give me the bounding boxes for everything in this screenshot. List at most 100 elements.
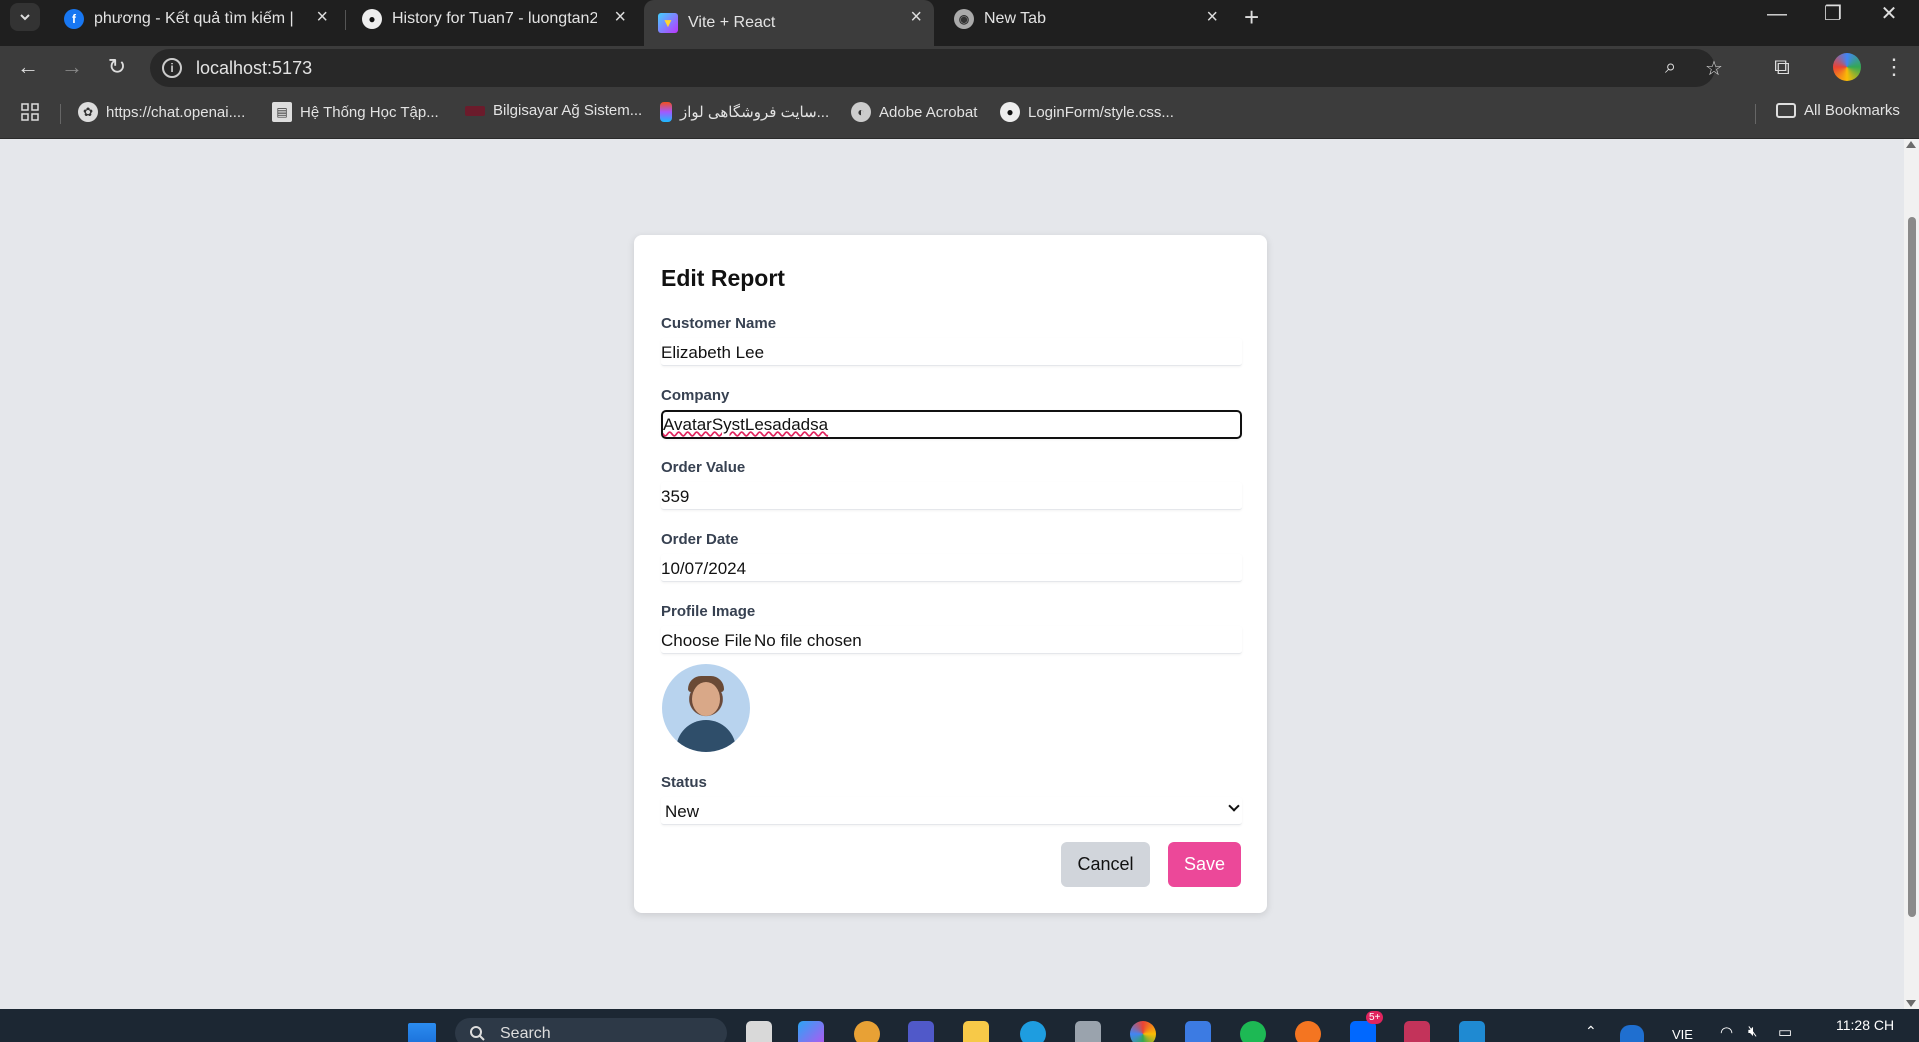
order-date-input[interactable]: 10/07/2024: [661, 554, 1242, 582]
tab-title: New Tab: [984, 10, 1046, 27]
vite-icon: ▼: [658, 13, 678, 33]
chevron-down-icon: [20, 14, 30, 21]
zalo-badge: 5+: [1366, 1011, 1384, 1024]
cancel-button[interactable]: Cancel: [1061, 842, 1150, 887]
file-explorer-icon[interactable]: [963, 1021, 989, 1042]
app-icon[interactable]: [1185, 1021, 1211, 1042]
figma-icon: [660, 102, 672, 122]
task-view-icon[interactable]: [746, 1021, 772, 1042]
chrome-icon[interactable]: [1130, 1021, 1156, 1042]
bookmark-loginform[interactable]: ● LoginForm/style.css...: [1000, 102, 1174, 122]
onedrive-icon[interactable]: [1620, 1025, 1644, 1042]
tab-title: History for Tuan7 - luongtan20: [392, 10, 597, 27]
close-icon[interactable]: ×: [1206, 6, 1218, 29]
app-icon[interactable]: [1075, 1021, 1101, 1042]
info-icon[interactable]: i: [162, 58, 182, 78]
scrollbar[interactable]: [1904, 139, 1919, 1009]
tab-title: phương - Kết quả tìm kiếm | Fa: [94, 10, 299, 27]
close-icon[interactable]: ×: [614, 6, 626, 29]
reload-button[interactable]: ↻: [103, 54, 131, 82]
file-status: No file chosen: [754, 631, 862, 650]
clock-time[interactable]: 11:28 CH: [1836, 1017, 1894, 1033]
avatar-face: [692, 682, 720, 716]
facebook-icon: f: [64, 9, 84, 29]
chrome-icon: ◉: [954, 9, 974, 29]
bookmarks-bar: ✿ https://chat.openai.... ▤ Hệ Thống Học…: [0, 90, 1919, 139]
extensions-icon[interactable]: ⧉: [1768, 54, 1796, 82]
wifi-icon[interactable]: ◠: [1720, 1023, 1733, 1041]
new-tab-button[interactable]: +: [1244, 2, 1259, 33]
apps-icon[interactable]: [20, 102, 40, 122]
address-bar[interactable]: i localhost:5173 ⌕ ☆: [150, 49, 1723, 87]
tab-new-tab[interactable]: ◉ New Tab ×: [940, 0, 1230, 38]
chevron-up-icon[interactable]: ⌃: [1585, 1023, 1597, 1040]
order-value-input[interactable]: 359: [661, 482, 1242, 510]
github-icon: ●: [1000, 102, 1020, 122]
menu-icon[interactable]: ⋮: [1880, 54, 1908, 82]
customer-name-input[interactable]: Elizabeth Lee: [661, 338, 1242, 366]
tab-title: Vite + React: [688, 14, 776, 31]
profile-image-input[interactable]: Choose File No file chosen: [661, 626, 1242, 654]
tab-strip: f phương - Kết quả tìm kiếm | Fa × ● His…: [0, 0, 1919, 46]
chevron-down-icon: [1228, 800, 1240, 812]
restore-button[interactable]: ❐: [1805, 0, 1861, 30]
app-icon[interactable]: [1295, 1021, 1321, 1042]
order-date-label: Order Date: [661, 531, 739, 548]
customer-name-value: Elizabeth Lee: [661, 343, 765, 362]
scroll-down-arrow[interactable]: [1906, 1000, 1916, 1007]
tab-github[interactable]: ● History for Tuan7 - luongtan20 ×: [348, 0, 638, 38]
save-button[interactable]: Save: [1168, 842, 1241, 887]
company-value: AvatarSystLesadadsa: [663, 415, 829, 434]
close-icon[interactable]: ×: [316, 6, 328, 29]
tab-vite-react[interactable]: ▼ Vite + React ×: [644, 0, 934, 46]
scroll-up-arrow[interactable]: [1906, 141, 1916, 148]
bookmark-label: LoginForm/style.css...: [1028, 103, 1174, 121]
close-icon[interactable]: ×: [910, 6, 922, 29]
zalo-icon[interactable]: [1350, 1021, 1376, 1042]
company-input[interactable]: AvatarSystLesadadsa: [661, 410, 1242, 439]
spotify-icon[interactable]: [1240, 1021, 1266, 1042]
search-icon: [470, 1026, 485, 1041]
zoom-icon[interactable]: ⌕: [1665, 56, 1676, 79]
bookmark-label: سایت فروشگاهی لواز...: [680, 104, 830, 121]
page-title: Edit Report: [661, 265, 785, 291]
url-text: localhost:5173: [196, 58, 313, 78]
battery-icon[interactable]: ▭: [1778, 1023, 1792, 1041]
forward-button[interactable]: →: [58, 54, 86, 82]
folder-icon: [1776, 103, 1796, 118]
all-bookmarks-label: All Bookmarks: [1804, 102, 1900, 119]
status-label: Status: [661, 774, 707, 791]
browser-toolbar: ← → ↻ i localhost:5173 ⌕ ☆ ⧉ ⋮: [0, 46, 1919, 90]
bookmark-bilgisayar[interactable]: Bilgisayar Ağ Sistem...: [465, 102, 642, 119]
bookmark-chatgpt[interactable]: ✿ https://chat.openai....: [78, 102, 245, 122]
taskbar-search[interactable]: Search: [455, 1018, 727, 1042]
firefox-icon[interactable]: [854, 1021, 880, 1042]
teams-icon[interactable]: [908, 1021, 934, 1042]
profile-avatar-image: [662, 664, 750, 752]
star-icon[interactable]: ☆: [1705, 56, 1723, 81]
windows-start-icon[interactable]: [408, 1023, 436, 1042]
edge-icon[interactable]: [1020, 1021, 1046, 1042]
close-window-button[interactable]: ✕: [1861, 0, 1917, 30]
bookmark-he-thong-hoc-tap[interactable]: ▤ Hệ Thống Học Tập...: [272, 102, 439, 122]
back-button[interactable]: ←: [14, 54, 42, 82]
acrobat-icon: ◐: [851, 102, 871, 122]
status-select[interactable]: New: [661, 797, 1242, 825]
app-icon[interactable]: [1404, 1021, 1430, 1042]
volume-muted-icon[interactable]: 🔇︎: [1748, 1023, 1757, 1040]
minimize-button[interactable]: —: [1749, 0, 1805, 30]
choose-file-button[interactable]: Choose File: [661, 631, 752, 651]
bookmark-adobe-acrobat[interactable]: ◐ Adobe Acrobat: [851, 102, 977, 122]
profile-avatar[interactable]: [1833, 53, 1861, 81]
bookmark-divider: [1755, 104, 1756, 124]
language-indicator[interactable]: VIE: [1672, 1027, 1693, 1042]
bookmark-figma-store[interactable]: سایت فروشگاهی لواز...: [660, 102, 829, 122]
scroll-thumb[interactable]: [1908, 217, 1916, 917]
all-bookmarks[interactable]: All Bookmarks: [1776, 102, 1900, 119]
tab-search-button[interactable]: [10, 3, 40, 31]
vscode-icon[interactable]: [1459, 1021, 1485, 1042]
tab-facebook[interactable]: f phương - Kết quả tìm kiếm | Fa ×: [50, 0, 340, 38]
copilot-icon[interactable]: [798, 1021, 824, 1042]
order-date-value: 10/07/2024: [661, 559, 747, 578]
edit-report-card: Edit Report Customer Name Elizabeth Lee …: [634, 235, 1267, 913]
